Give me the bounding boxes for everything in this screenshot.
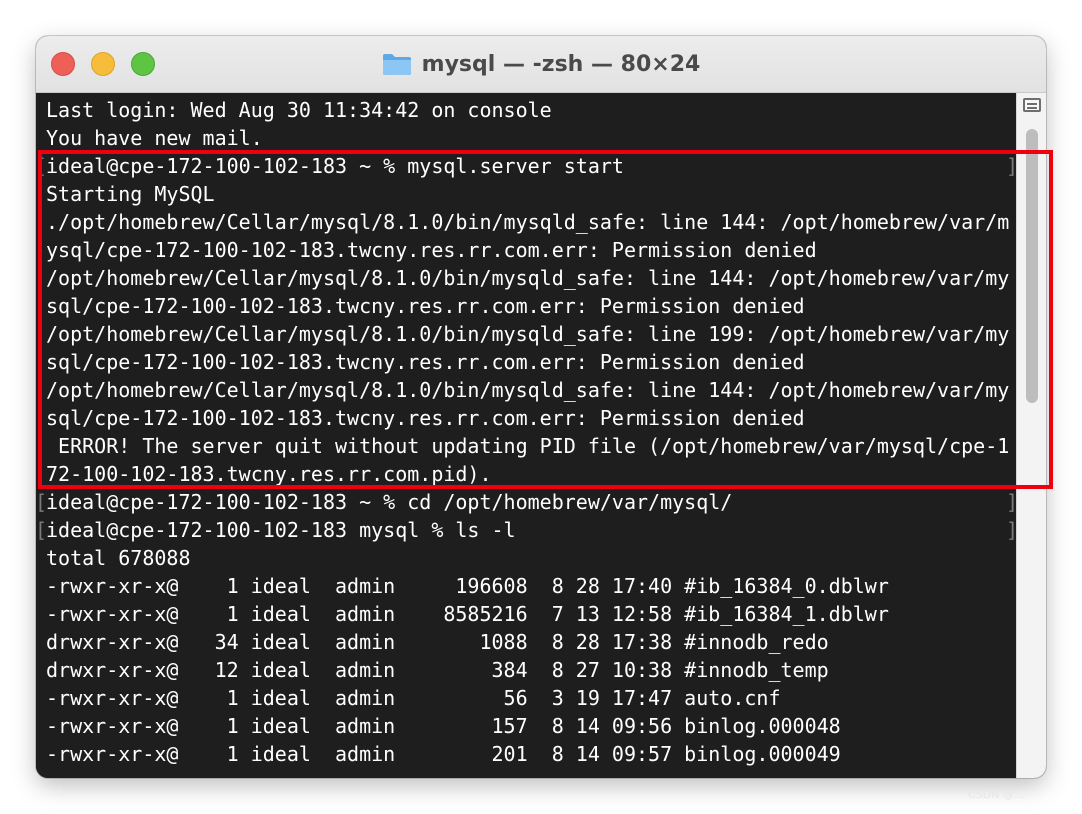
prompt-bracket-right: ] bbox=[1006, 516, 1016, 544]
prompt-line: ideal@cpe-172-100-102-183 ~ % mysql.serv… bbox=[46, 154, 624, 178]
output-line: -rwxr-xr-x@ 1 ideal admin 8585216 7 13 1… bbox=[46, 602, 889, 626]
output-line: sql/cpe-172-100-102-183.twcny.res.rr.com… bbox=[46, 350, 805, 374]
folder-icon bbox=[382, 52, 412, 76]
prompt-bracket-left: [ bbox=[36, 490, 48, 514]
prompt-bracket-left: [ bbox=[36, 518, 48, 542]
title-group: mysql — -zsh — 80×24 bbox=[36, 36, 1046, 92]
output-line: You have new mail. bbox=[46, 126, 263, 150]
prompt-line: ideal@cpe-172-100-102-183 ~ % cd /opt/ho… bbox=[46, 490, 733, 514]
prompt-bracket-right: ] bbox=[1006, 152, 1016, 180]
output-line: /opt/homebrew/Cellar/mysql/8.1.0/bin/mys… bbox=[46, 322, 1010, 346]
scrollbar[interactable] bbox=[1016, 93, 1046, 778]
output-line: ERROR! The server quit without updating … bbox=[46, 434, 1010, 458]
prompt-bracket-right: ] bbox=[1006, 488, 1016, 516]
scroll-thumb[interactable] bbox=[1026, 129, 1038, 403]
split-pane-icon[interactable] bbox=[1023, 98, 1041, 112]
output-line: ./opt/homebrew/Cellar/mysql/8.1.0/bin/my… bbox=[46, 210, 1010, 234]
prompt-line: ideal@cpe-172-100-102-183 mysql % ls -l bbox=[46, 518, 516, 542]
output-line: 72-100-102-183.twcny.res.rr.com.pid). bbox=[46, 462, 492, 486]
output-line: ysql/cpe-172-100-102-183.twcny.res.rr.co… bbox=[46, 238, 817, 262]
output-line: /opt/homebrew/Cellar/mysql/8.1.0/bin/mys… bbox=[46, 378, 1010, 402]
output-line: -rwxr-xr-x@ 1 ideal admin 157 8 14 09:56… bbox=[46, 714, 841, 738]
output-line: -rwxr-xr-x@ 1 ideal admin 201 8 14 09:57… bbox=[46, 742, 841, 766]
output-line: sql/cpe-172-100-102-183.twcny.res.rr.com… bbox=[46, 406, 805, 430]
output-line: total 678088 bbox=[46, 546, 191, 570]
output-line: drwxr-xr-x@ 12 ideal admin 384 8 27 10:3… bbox=[46, 658, 829, 682]
output-line: /opt/homebrew/Cellar/mysql/8.1.0/bin/mys… bbox=[46, 266, 1010, 290]
title-bar[interactable]: mysql — -zsh — 80×24 bbox=[36, 36, 1046, 93]
prompt-bracket-left: [ bbox=[36, 154, 48, 178]
output-line: Last login: Wed Aug 30 11:34:42 on conso… bbox=[46, 98, 552, 122]
terminal-output[interactable]: Last login: Wed Aug 30 11:34:42 on conso… bbox=[36, 93, 1016, 778]
output-line: Starting MySQL bbox=[46, 182, 215, 206]
watermark: CSDN @... bbox=[968, 788, 1025, 801]
window-title: mysql — -zsh — 80×24 bbox=[421, 51, 701, 77]
output-line: sql/cpe-172-100-102-183.twcny.res.rr.com… bbox=[46, 294, 805, 318]
output-line: -rwxr-xr-x@ 1 ideal admin 56 3 19 17:47 … bbox=[46, 686, 781, 710]
terminal-window: mysql — -zsh — 80×24 Last login: Wed Aug… bbox=[36, 36, 1046, 778]
output-line: -rwxr-xr-x@ 1 ideal admin 196608 8 28 17… bbox=[46, 574, 889, 598]
output-line: drwxr-xr-x@ 34 ideal admin 1088 8 28 17:… bbox=[46, 630, 829, 654]
